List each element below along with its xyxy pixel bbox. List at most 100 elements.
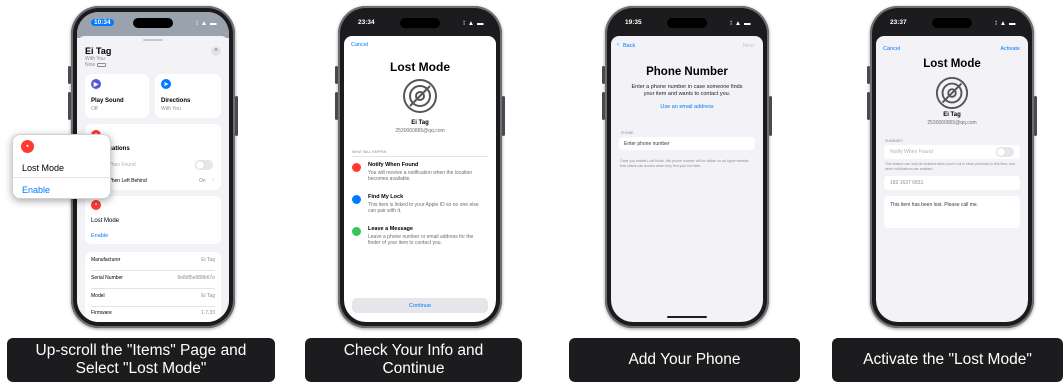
sheet: Cancel Activate Lost Mode Ei Tag 2530060…	[876, 36, 1028, 322]
side-button	[235, 96, 238, 136]
home-indicator	[667, 316, 707, 318]
phone-frame-4: 23:37 ∶ ▲ ▬ Cancel Activate Lost Mode Ei…	[867, 6, 1037, 328]
phone-field-label: PHONE	[621, 131, 634, 135]
message-field[interactable]: This item has been lost. Please call me.	[884, 196, 1020, 228]
activate-button[interactable]: Activate	[1000, 46, 1020, 52]
lost-mode-label: Lost Mode	[91, 218, 120, 224]
sheet: Cancel Lost Mode Ei Tag 2530060865@qq.co…	[344, 36, 496, 322]
directions-card[interactable]: ➤ Directions With You	[155, 74, 221, 118]
directions-title: Directions	[161, 98, 191, 104]
chevron-left-icon[interactable]: ‹	[617, 42, 619, 48]
lost-mode-zoom-popup[interactable]: ▪ Lost Mode Enable	[12, 134, 111, 199]
detail-label: Firmware	[91, 310, 112, 316]
side-button	[335, 92, 338, 120]
next-button[interactable]: Next	[743, 43, 754, 49]
feature-desc: Leave a phone number or email address fo…	[368, 234, 474, 247]
feature-title: Find My Lock	[368, 194, 404, 200]
item-name: Ei Tag	[411, 120, 429, 126]
summary-label: SUMMARY	[885, 139, 903, 143]
item-name: Ei Tag	[943, 112, 961, 118]
divider	[91, 288, 215, 289]
detail-row: Firmware 1.7.33	[91, 310, 215, 320]
side-button	[602, 92, 605, 120]
phone-number-field[interactable]: 182 1637 6831	[884, 176, 1020, 190]
notify-row: Notify When Found	[884, 145, 1020, 159]
detail-row: Serial Number 9e8df5e988b67e	[91, 275, 215, 285]
item-name: Ei Tag	[85, 46, 112, 56]
status-time: 23:34	[358, 19, 375, 26]
directions-icon: ➤	[161, 79, 171, 89]
owner-email: 2530060865@qq.com	[395, 128, 445, 134]
status-icons: ∶ ▲ ▬	[995, 20, 1016, 27]
phone-frame-3: 19:35 ∶ ▲ ▬ ‹ Back Next Phone Number Ent…	[602, 6, 772, 328]
page-title: Phone Number	[646, 66, 728, 78]
detail-value: Ei Tag	[201, 293, 215, 299]
status-time: 10:34	[91, 19, 114, 26]
left-behind-value: On	[199, 178, 206, 184]
popup-enable-link[interactable]: Enable	[22, 185, 50, 195]
step-caption-2: Check Your Info and Continue	[305, 338, 522, 382]
page-title: Lost Mode	[923, 58, 981, 70]
close-icon[interactable]: ×	[211, 46, 221, 56]
detail-value: Ei Tag	[201, 257, 215, 263]
play-sound-sub: Off	[91, 106, 98, 112]
page-description: Enter a phone number in case someone fin…	[631, 84, 743, 98]
dynamic-island	[667, 18, 707, 28]
side-button	[335, 66, 338, 84]
step-caption-1: Up-scroll the "Items" Page and Select "L…	[7, 338, 275, 382]
step-caption-4: Activate the "Lost Mode"	[832, 338, 1063, 382]
when-found-label: When Found	[107, 162, 136, 168]
back-button[interactable]: Back	[623, 43, 635, 49]
side-button	[769, 96, 772, 136]
feature-title: Notify When Found	[368, 162, 419, 168]
divider	[352, 156, 488, 157]
chevron-right-icon: ›	[212, 177, 214, 183]
phone-icon	[352, 227, 361, 236]
phone-input-placeholder: Enter phone number	[624, 141, 670, 147]
screen-activate: 23:37 ∶ ▲ ▬ Cancel Activate Lost Mode Ei…	[876, 12, 1028, 322]
status-icons: ∶ ▲ ▬	[196, 20, 217, 27]
cancel-button[interactable]: Cancel	[883, 46, 900, 52]
section-label: WHAT WILL HAPPEN	[352, 150, 387, 154]
dynamic-island	[932, 18, 972, 28]
divider	[91, 270, 215, 271]
left-behind-label[interactable]: When Left Behind	[107, 178, 147, 184]
notify-toggle[interactable]	[996, 147, 1014, 157]
dynamic-island	[133, 18, 173, 28]
divider	[13, 177, 110, 178]
cancel-button[interactable]: Cancel	[351, 42, 368, 48]
lock-icon: ▪	[91, 200, 101, 210]
side-button	[867, 66, 870, 84]
screen-phone-number: 19:35 ∶ ▲ ▬ ‹ Back Next Phone Number Ent…	[611, 12, 763, 322]
feature-desc: This item is linked to your Apple ID so …	[368, 202, 479, 215]
lost-mode-card[interactable]: ▪ Lost Mode Enable	[85, 196, 221, 244]
status-time: 23:37	[890, 19, 907, 26]
side-button	[68, 92, 71, 120]
use-email-link[interactable]: Use an email address	[611, 104, 763, 110]
bell-icon	[352, 163, 361, 172]
popup-title: Lost Mode	[22, 163, 65, 173]
notify-label: Notify When Found	[890, 149, 933, 155]
side-button	[502, 96, 505, 136]
continue-button[interactable]: Continue	[352, 298, 488, 313]
play-icon: ▶	[91, 79, 101, 89]
side-button	[68, 66, 71, 84]
detail-label: Manufacturer	[91, 257, 121, 263]
sheet: ‹ Back Next Phone Number Enter a phone n…	[611, 36, 763, 322]
detail-label: Serial Number	[91, 275, 123, 281]
lost-mode-enable-link[interactable]: Enable	[91, 233, 108, 239]
detail-row: Model Ei Tag	[91, 293, 215, 303]
sheet-grabber	[143, 39, 163, 41]
person-icon	[352, 195, 361, 204]
details-list: Manufacturer Ei Tag Serial Number 9e8df5…	[85, 252, 221, 322]
when-found-toggle[interactable]	[195, 160, 213, 170]
battery-icon	[97, 63, 106, 67]
play-sound-card[interactable]: ▶ Play Sound Off	[85, 74, 149, 118]
feature-title: Leave a Message	[368, 226, 413, 232]
status-icons: ∶ ▲ ▬	[463, 20, 484, 27]
detail-value: 1.7.33	[201, 310, 215, 316]
page-title: Lost Mode	[390, 60, 450, 74]
airtag-lost-icon	[403, 79, 437, 113]
phone-input[interactable]: Enter phone number	[619, 137, 755, 150]
status-icons: ∶ ▲ ▬	[730, 20, 751, 27]
